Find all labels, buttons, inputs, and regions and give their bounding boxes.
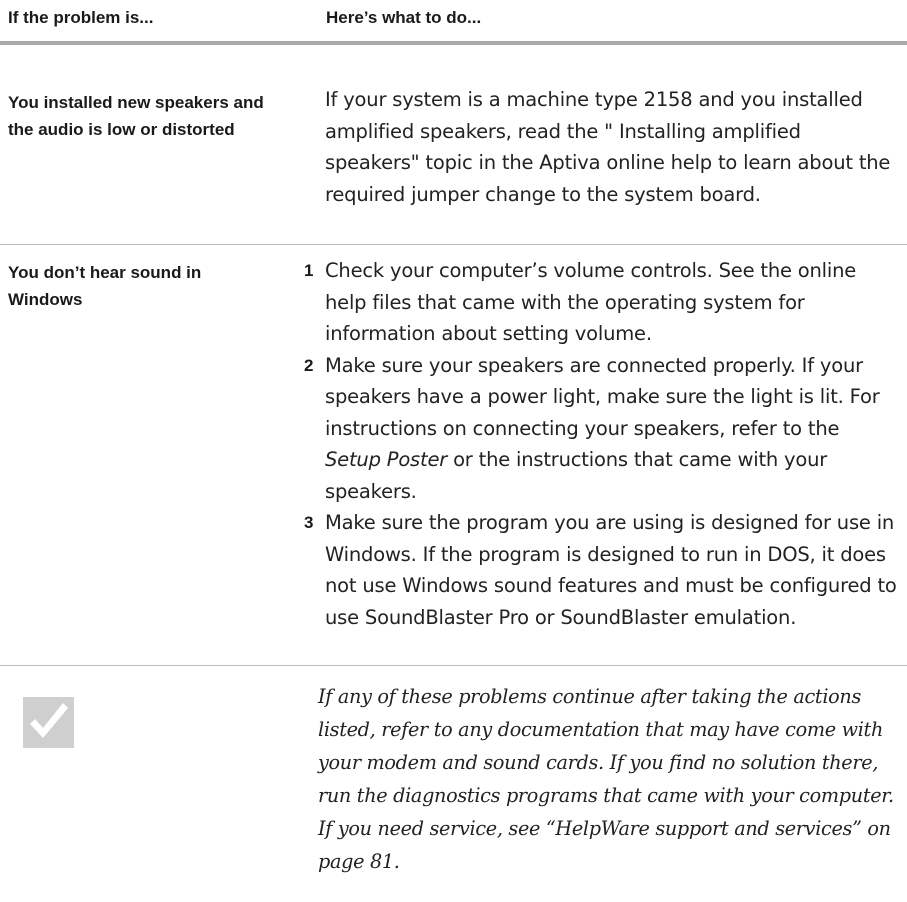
list-item: 1 Check your computer’s volume controls.… bbox=[304, 255, 900, 350]
solution-steps: 1 Check your computer’s volume controls.… bbox=[304, 255, 900, 633]
step-number: 1 bbox=[304, 261, 314, 280]
troubleshooting-page: If the problem is... Here’s what to do..… bbox=[0, 0, 907, 902]
list-item: 2 Make sure your speakers are connected … bbox=[304, 350, 900, 508]
row-divider bbox=[0, 665, 907, 666]
note-text: If any of these problems continue after … bbox=[318, 685, 894, 873]
step-number: 2 bbox=[304, 355, 314, 375]
step-text: Make sure the program you are using is d… bbox=[325, 511, 897, 629]
checkmark-icon bbox=[23, 697, 74, 748]
solution-speakers-low: If your system is a machine type 2158 an… bbox=[325, 88, 891, 206]
problem-speakers-low: You installed new speakers and the audio… bbox=[8, 93, 264, 139]
header-divider bbox=[0, 41, 907, 45]
step-text: Make sure your speakers are connected pr… bbox=[325, 353, 880, 440]
solution-column-header: Here’s what to do... bbox=[326, 8, 482, 27]
solution-no-sound-windows: 1 Check your computer’s volume controls.… bbox=[304, 255, 900, 633]
problem-column-header: If the problem is... bbox=[8, 8, 154, 27]
table-header: If the problem is... Here’s what to do..… bbox=[8, 8, 907, 44]
row-divider bbox=[0, 244, 907, 245]
step-number: 3 bbox=[304, 513, 314, 532]
setup-poster-title: Setup Poster bbox=[325, 448, 448, 471]
step-text: Check your computer’s volume controls. S… bbox=[325, 259, 857, 345]
problem-no-sound-windows: You don’t hear sound in Windows bbox=[8, 263, 202, 309]
list-item: 3 Make sure the program you are using is… bbox=[304, 507, 900, 633]
